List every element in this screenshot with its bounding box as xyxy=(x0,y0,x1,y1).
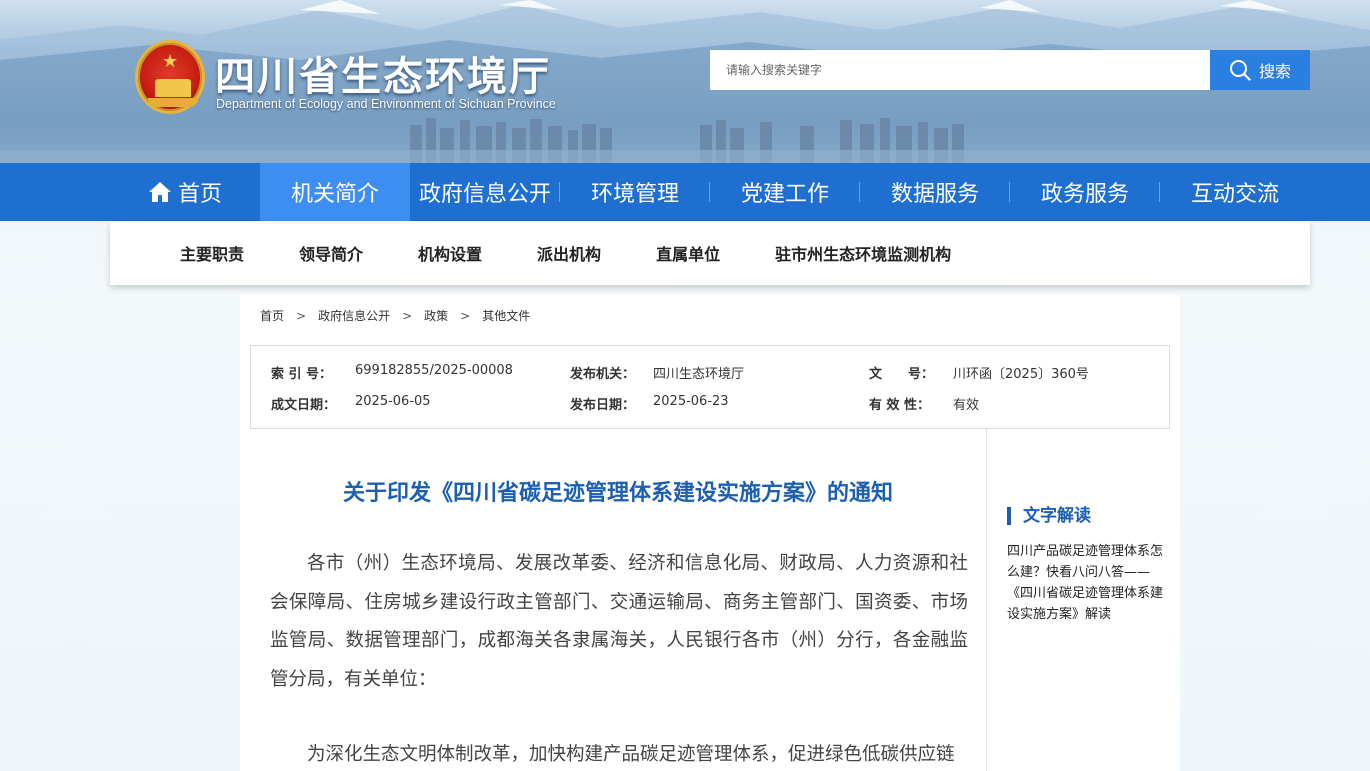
validity-value: 有效 xyxy=(953,398,980,413)
breadcrumb: 首页 > 政府信息公开 > 政策 > 其他文件 xyxy=(260,307,530,324)
breadcrumb-gov-info[interactable]: 政府信息公开 xyxy=(318,307,390,324)
nav-item-env-management[interactable]: 环境管理 xyxy=(560,163,710,221)
nav-item-party-building[interactable]: 党建工作 xyxy=(710,163,860,221)
breadcrumb-policy[interactable]: 政策 xyxy=(424,307,448,324)
docno-value: 川环函〔2025〕360号 xyxy=(953,367,1089,382)
subnav-item-affiliated[interactable]: 直属单位 xyxy=(656,241,720,265)
nav-item-label: 党建工作 xyxy=(740,182,829,207)
published-label: 发布日期： xyxy=(570,398,636,413)
nav-item-label: 机关简介 xyxy=(290,182,379,207)
published-value: 2025-06-23 xyxy=(653,394,729,409)
subnav-item-monitoring[interactable]: 驻市州生态环境监测机构 xyxy=(775,241,951,265)
breadcrumb-separator: > xyxy=(402,308,413,323)
created-label: 成文日期： xyxy=(271,398,337,413)
national-emblem-logo: ★ xyxy=(135,40,205,114)
sidebar-divider xyxy=(986,429,987,771)
sub-navigation: 主要职责 领导简介 机构设置 派出机构 直属单位 驻市州生态环境监测机构 xyxy=(110,221,1310,285)
issuer-label: 发布机关： xyxy=(570,367,636,382)
validity-label: 有 效 性： xyxy=(869,398,931,413)
index-label: 索 引 号： xyxy=(271,367,333,382)
document-body: 各市（州）生态环境局、发展改革委、经济和信息化局、财政局、人力资源和社会保障局、… xyxy=(270,545,968,771)
nav-item-about[interactable]: 机关简介 xyxy=(260,163,410,221)
subnav-item-structure[interactable]: 机构设置 xyxy=(418,241,482,265)
breadcrumb-home[interactable]: 首页 xyxy=(260,307,284,324)
search-input[interactable] xyxy=(710,50,1210,90)
breadcrumb-separator: > xyxy=(296,308,307,323)
home-icon xyxy=(148,182,171,202)
main-navigation: 首页 机关简介 政府信息公开 环境管理 党建工作 数据服务 政务服务 互动交流 xyxy=(0,163,1370,221)
search-button-label: 搜索 xyxy=(1258,64,1291,81)
index-value: 699182855/2025-00008 xyxy=(355,363,513,378)
breadcrumb-separator: > xyxy=(460,308,471,323)
subnav-item-duties[interactable]: 主要职责 xyxy=(180,241,244,265)
document-title: 关于印发《四川省碳足迹管理体系建设实施方案》的通知 xyxy=(342,481,893,506)
search-button[interactable]: 搜索 xyxy=(1210,50,1310,90)
document-metadata: 索 引 号： 699182855/2025-00008 发布机关： 四川生态环境… xyxy=(250,345,1170,429)
nav-item-label: 政府信息公开 xyxy=(418,182,551,207)
subnav-item-leaders[interactable]: 领导简介 xyxy=(299,241,363,265)
site-title: 四川省生态环境厅 xyxy=(215,53,551,100)
nav-item-label: 数据服务 xyxy=(890,182,979,207)
nav-item-label: 环境管理 xyxy=(590,182,679,207)
docno-label: 文 号： xyxy=(869,367,935,382)
subnav-item-dispatched[interactable]: 派出机构 xyxy=(537,241,601,265)
created-value: 2025-06-05 xyxy=(355,394,431,409)
nav-item-label: 首页 xyxy=(177,182,222,207)
nav-item-interaction[interactable]: 互动交流 xyxy=(1160,163,1310,221)
breadcrumb-other-docs[interactable]: 其他文件 xyxy=(482,307,530,324)
nav-item-home[interactable]: 首页 xyxy=(110,163,260,221)
body-paragraph: 为深化生态文明体制改革，加快构建产品碳足迹管理体系，促进绿色低碳供应链 xyxy=(307,744,955,765)
interpretation-link[interactable]: 四川产品碳足迹管理体系怎么建？快看八问八答——《四川省碳足迹管理体系建设实施方案… xyxy=(1007,541,1167,625)
body-paragraph: 各市（州）生态环境局、发展改革委、经济和信息化局、财政局、人力资源和社会保障局、… xyxy=(270,553,968,690)
nav-item-label: 互动交流 xyxy=(1190,182,1279,207)
nav-item-gov-services[interactable]: 政务服务 xyxy=(1010,163,1160,221)
site-subtitle: Department of Ecology and Environment of… xyxy=(216,97,556,111)
sidebar-heading: 文字解读 xyxy=(1007,507,1091,525)
issuer-value: 四川生态环境厅 xyxy=(653,367,745,382)
search-icon xyxy=(1229,60,1251,81)
nav-item-data-services[interactable]: 数据服务 xyxy=(860,163,1010,221)
content-panel: 首页 > 政府信息公开 > 政策 > 其他文件 索 引 号： 699182855… xyxy=(240,295,1180,771)
nav-item-gov-info[interactable]: 政府信息公开 xyxy=(410,163,560,221)
nav-item-label: 政务服务 xyxy=(1040,182,1129,207)
